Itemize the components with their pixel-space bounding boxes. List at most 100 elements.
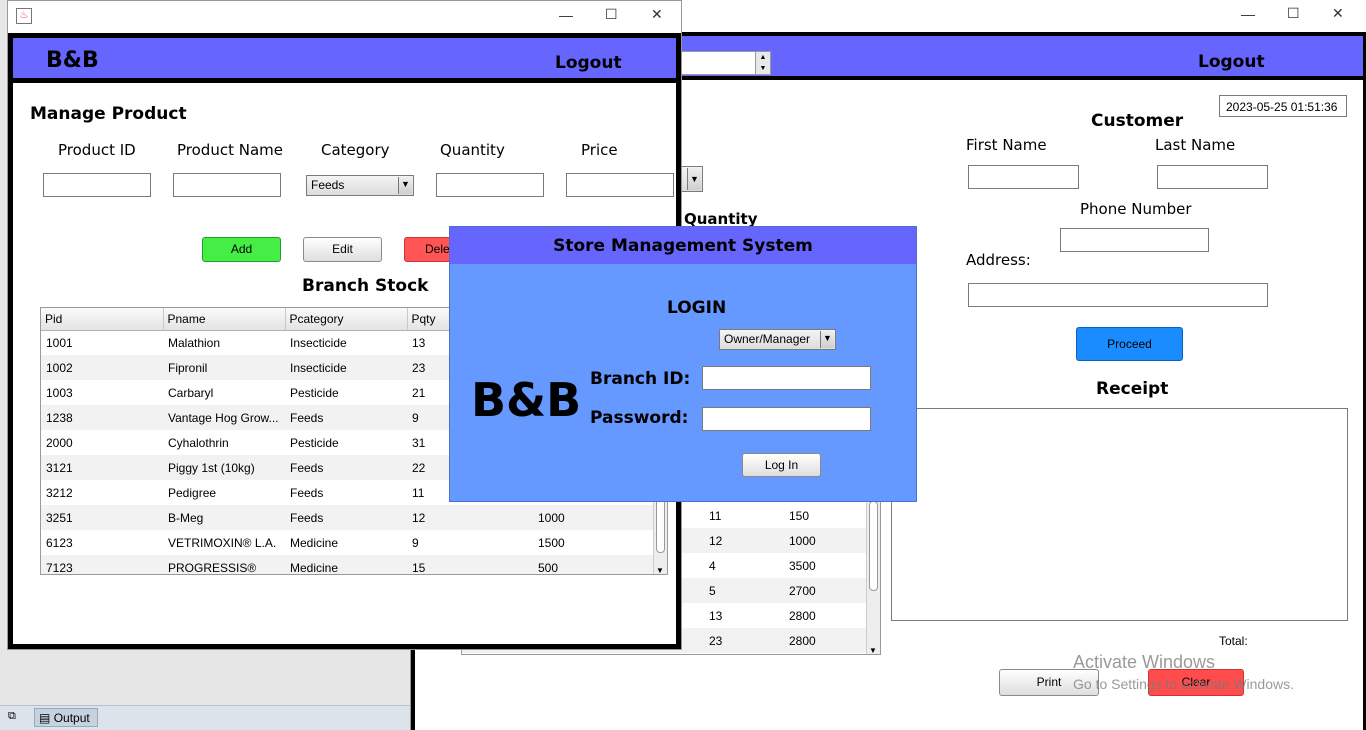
column-header-pid[interactable]: Pid [41, 308, 164, 331]
output-tab[interactable]: ▤ Output [34, 708, 98, 727]
table-cell: 11 [709, 508, 722, 523]
table-cell: B-Meg [163, 505, 285, 530]
table-cell: 500 [529, 555, 654, 574]
quantity-field[interactable] [436, 173, 544, 197]
edit-button[interactable]: Edit [303, 237, 382, 262]
table-cell: 2800 [789, 608, 816, 623]
add-button[interactable]: Add [202, 237, 281, 262]
scroll-down-icon[interactable]: ▼ [656, 566, 664, 574]
watermark-line1: Activate Windows [1073, 652, 1216, 672]
close-icon[interactable]: ✕ [1332, 5, 1344, 22]
minimize-icon[interactable]: — [559, 7, 573, 23]
table-cell: Medicine [290, 535, 339, 550]
watermark-line2: Go to Settings to activate Windows. [1073, 676, 1294, 692]
first-name-field[interactable] [968, 165, 1079, 189]
customer-title: Customer [1091, 111, 1184, 131]
activate-windows-watermark: Activate Windows Go to Settings to activ… [1073, 652, 1294, 692]
address-field[interactable] [968, 283, 1268, 307]
table-cell: 3500 [789, 558, 816, 573]
manage-logout-link[interactable]: Logout [555, 53, 622, 73]
pos-spinner-field[interactable] [679, 51, 759, 75]
close-icon[interactable]: ✕ [651, 6, 663, 23]
table-cell: Vantage Hog Grow... [163, 405, 285, 430]
product-name-field[interactable] [173, 173, 281, 197]
branch-id-field[interactable] [702, 366, 871, 390]
table-cell: VETRIMOXIN® L.A. [168, 535, 277, 550]
page-title: Manage Product [30, 104, 187, 124]
table-cell: 5 [704, 578, 784, 603]
table-cell: 12 [704, 528, 784, 553]
table-cell: 150 [789, 508, 810, 523]
scroll-down-icon[interactable]: ▼ [869, 646, 877, 654]
receipt-area[interactable] [891, 408, 1348, 621]
product-id-label: Product ID [58, 141, 136, 159]
table-cell: Pesticide [290, 435, 339, 450]
minimize-icon[interactable]: — [1241, 6, 1255, 22]
table-cell: 1001 [46, 335, 73, 350]
pos-logout-link[interactable]: Logout [1198, 52, 1265, 72]
product-id-field[interactable] [43, 173, 151, 197]
password-field[interactable] [702, 407, 871, 431]
quantity-label: Quantity [440, 141, 505, 159]
login-titlebar: Store Management System [450, 227, 916, 264]
branch-stock-title: Branch Stock [302, 276, 429, 296]
table-cell: Malathion [168, 335, 221, 350]
login-button[interactable]: Log In [742, 453, 821, 477]
category-select-value: Feeds [311, 178, 345, 192]
branch-id-label: Branch ID: [590, 369, 691, 389]
role-select[interactable]: Owner/Manager ▼ [719, 329, 836, 350]
category-label: Category [321, 141, 390, 159]
table-cell: 1500 [538, 535, 565, 550]
spinner-arrows[interactable]: ▲ ▼ [755, 51, 771, 75]
table-row[interactable]: 3251 B-Meg Feeds 12 1000 [41, 505, 654, 530]
phone-field[interactable] [1060, 228, 1209, 252]
table-row[interactable]: 6123 VETRIMOXIN® L.A. Medicine 9 1500 [41, 530, 654, 555]
phone-label: Phone Number [1080, 200, 1192, 218]
login-dialog: Store Management System LOGIN Owner/Mana… [449, 226, 917, 502]
price-field[interactable] [566, 173, 674, 197]
chevron-down-icon: ▼ [820, 331, 834, 348]
last-name-label: Last Name [1155, 136, 1236, 154]
table-cell: 7123 [41, 555, 163, 574]
table-cell: Fipronil [163, 355, 285, 380]
cart-scrollbar[interactable]: ▼ [866, 501, 880, 654]
pos-product-combo[interactable]: ▼ [681, 166, 703, 192]
last-name-field[interactable] [1157, 165, 1268, 189]
table-cell: 1003 [46, 385, 73, 400]
password-label: Password: [590, 408, 689, 428]
table-cell: 2000 [46, 435, 73, 450]
manage-titlebar: ♨ — ☐ ✕ [8, 1, 681, 33]
table-cell: 13 [709, 608, 723, 623]
table-row[interactable]: 7123 PROGRESSIS® Medicine 15 500 [41, 555, 654, 574]
price-label: Price [581, 141, 618, 159]
cart-scroll-thumb[interactable] [869, 501, 878, 591]
category-select[interactable]: Feeds ▼ [306, 175, 414, 196]
table-cell: Feeds [285, 455, 407, 480]
table-cell: Piggy 1st (10kg) [163, 455, 285, 480]
table-cell: 12 [407, 505, 529, 530]
column-header-pcategory[interactable]: Pcategory [285, 308, 408, 331]
chevron-down-icon: ▼ [687, 168, 701, 190]
table-cell: Carbaryl [168, 385, 214, 400]
table-cell: 4 [709, 558, 716, 573]
table-cell: 3212 [46, 485, 73, 500]
restore-icon[interactable]: ⧉ [8, 710, 16, 723]
column-header-pname[interactable]: Pname [163, 308, 286, 331]
stock-scroll-thumb[interactable] [656, 498, 665, 553]
product-name-label: Product Name [177, 141, 283, 159]
table-cell: 3251 [41, 505, 163, 530]
table-cell: 9 [412, 535, 419, 550]
proceed-button[interactable]: Proceed [1076, 327, 1183, 361]
address-label: Address: [966, 251, 1031, 269]
output-icon: ▤ [39, 711, 51, 725]
first-name-label: First Name [966, 136, 1047, 154]
ide-output-bar: ⧉ ▤ Output [0, 705, 410, 730]
login-window-title: Store Management System [553, 236, 813, 256]
java-app-icon: ♨ [16, 8, 32, 24]
total-label: Total: [1219, 634, 1248, 648]
maximize-icon[interactable]: ☐ [1287, 5, 1300, 22]
receipt-title: Receipt [1096, 379, 1169, 399]
table-cell: 1002 [41, 355, 163, 380]
chevron-down-icon: ▼ [398, 177, 412, 194]
maximize-icon[interactable]: ☐ [605, 6, 618, 23]
